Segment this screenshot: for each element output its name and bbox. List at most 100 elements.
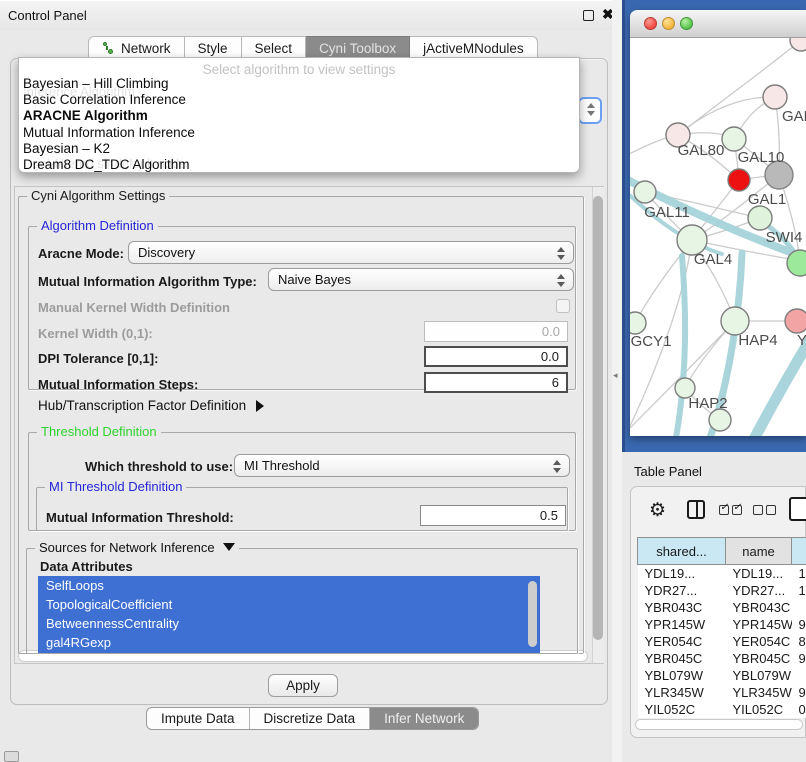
tab-jactivemnodules[interactable]: jActiveMNodules	[410, 36, 538, 59]
cell[interactable]: YBR045C	[726, 650, 792, 667]
algorithm-combobox-fragment[interactable]	[578, 97, 602, 124]
cell[interactable]: YBR043C	[638, 599, 726, 616]
mi-type-select[interactable]: Naive Bayes	[268, 268, 574, 291]
tab-cyni-toolbox[interactable]: Cyni Toolbox	[306, 36, 410, 59]
new-table-icon[interactable]	[789, 497, 806, 521]
node-gal11[interactable]	[634, 181, 656, 203]
menu-item[interactable]: Basic Correlation Inference	[23, 92, 186, 107]
node-swi4[interactable]	[748, 206, 772, 230]
cell[interactable]: YDL19...	[726, 565, 792, 582]
list-scrollbar-thumb[interactable]	[528, 581, 537, 647]
list-item[interactable]: SelfLoops	[46, 578, 104, 593]
tab-impute-data[interactable]: Impute Data	[147, 708, 249, 729]
cell[interactable]: YLR345W	[726, 684, 792, 701]
cell[interactable]: 9.	[792, 616, 806, 633]
menu-item[interactable]: Dream8 DC_TDC Algorithm	[23, 157, 190, 172]
column-header[interactable]: shared...	[638, 538, 726, 565]
deselect-all-checkboxes-icon[interactable]	[753, 505, 776, 515]
table-row[interactable]: YPR145WYPR145W9.	[638, 616, 806, 633]
cell[interactable]: 9.	[792, 684, 806, 701]
cell[interactable]: 13	[792, 565, 806, 582]
mi-threshold-field[interactable]: 0.5	[420, 505, 566, 526]
table-horizontal-scrollbar[interactable]	[635, 719, 803, 730]
columns-icon[interactable]	[687, 500, 705, 519]
dpi-tolerance-field[interactable]: 0.0	[424, 346, 568, 367]
cell[interactable]: 12	[792, 582, 806, 599]
minimize-traffic-light-icon[interactable]	[662, 17, 675, 30]
table-row[interactable]: YIL052CYIL052C0.	[638, 701, 806, 718]
which-threshold-select[interactable]: MI Threshold	[234, 454, 570, 477]
cell[interactable]: YER054C	[726, 633, 792, 650]
cell[interactable]: YBL079W	[726, 667, 792, 684]
hub-definition-toggle[interactable]: Hub/Transcription Factor Definition	[38, 398, 264, 413]
sources-title[interactable]: Sources for Network Inference	[35, 540, 239, 555]
node[interactable]	[787, 250, 806, 276]
list-item[interactable]: gal4RGexp	[46, 635, 111, 650]
kernel-width-field[interactable]: 0.0	[424, 321, 568, 342]
menu-item[interactable]: Mutual Information Inference	[23, 125, 195, 140]
cell[interactable]: YPR145W	[638, 616, 726, 633]
tab-infer-network[interactable]: Infer Network	[369, 708, 478, 729]
cell[interactable]: YBL079W	[638, 667, 726, 684]
cell[interactable]: YIL052C	[638, 701, 726, 718]
apply-button[interactable]: Apply	[268, 674, 338, 697]
node-gcy1[interactable]	[630, 312, 646, 334]
tab-network[interactable]: Network	[88, 36, 185, 59]
node-pink[interactable]	[785, 309, 806, 333]
cell[interactable]: YDR27...	[638, 582, 726, 599]
table-row[interactable]: YBR045CYBR045C9.	[638, 650, 806, 667]
network-canvas[interactable]: GAL GAL80 GAL10 GAL1 GAL11 SWI4 GAL4 GCY…	[630, 38, 806, 436]
tab-select[interactable]: Select	[242, 36, 307, 59]
data-attributes-list[interactable]: SelfLoops TopologicalCoefficient Between…	[38, 576, 540, 653]
table-row[interactable]: YER054CYER054C8.	[638, 633, 806, 650]
node-red[interactable]	[728, 169, 750, 191]
node-hap4[interactable]	[721, 307, 749, 335]
menu-item[interactable]: Bayesian – K2	[23, 141, 110, 156]
node-gal10[interactable]	[722, 127, 746, 151]
mi-steps-field[interactable]: 6	[424, 372, 568, 393]
cell[interactable]: 0.	[792, 701, 806, 718]
cell[interactable]: 9.	[792, 650, 806, 667]
list-item[interactable]: TopologicalCoefficient	[46, 597, 172, 612]
cell[interactable]	[792, 667, 806, 684]
cell[interactable]: YPR145W	[726, 616, 792, 633]
cell[interactable]: YBR043C	[726, 599, 792, 616]
menu-item[interactable]: Bayesian – Hill Climbing	[23, 76, 169, 91]
cell[interactable]	[792, 599, 806, 616]
cell[interactable]: YBR045C	[638, 650, 726, 667]
table-row[interactable]: YDL19...YDL19...13	[638, 565, 806, 582]
tab-style[interactable]: Style	[185, 36, 242, 59]
node[interactable]	[763, 85, 787, 109]
cell[interactable]: YDR27...	[726, 582, 792, 599]
manual-kernel-checkbox[interactable]	[556, 299, 570, 313]
table-row[interactable]: YBR043CYBR043C	[638, 599, 806, 616]
column-header[interactable]: name	[726, 538, 792, 565]
close-traffic-light-icon[interactable]	[644, 17, 657, 30]
aracne-mode-select[interactable]: Discovery	[128, 241, 574, 264]
vertical-scrollbar-thumb[interactable]	[593, 196, 603, 640]
cell[interactable]: YDL19...	[638, 565, 726, 582]
tab-discretize-data[interactable]: Discretize Data	[249, 708, 370, 729]
menu-item-selected[interactable]: ARACNE Algorithm	[23, 108, 148, 123]
panel-splitter[interactable]	[612, 0, 622, 762]
gear-icon[interactable]: ⚙	[649, 499, 666, 522]
restore-panel-icon[interactable]	[4, 751, 19, 762]
node[interactable]	[790, 38, 806, 51]
network-view-window[interactable]: GAL GAL80 GAL10 GAL1 GAL11 SWI4 GAL4 GCY…	[630, 10, 806, 436]
table-row[interactable]: YLR345WYLR345W9.	[638, 684, 806, 701]
select-all-checkboxes-icon[interactable]	[719, 505, 742, 515]
cell[interactable]: YIL052C	[726, 701, 792, 718]
column-header[interactable]: A	[792, 538, 806, 565]
cell[interactable]: YLR345W	[638, 684, 726, 701]
zoom-traffic-light-icon[interactable]	[680, 17, 693, 30]
table-row[interactable]: YDR27...YDR27...12	[638, 582, 806, 599]
float-window-icon[interactable]	[583, 10, 594, 21]
cell[interactable]: 8.	[792, 633, 806, 650]
list-item[interactable]: BetweennessCentrality	[46, 616, 179, 631]
network-window-titlebar[interactable]	[630, 10, 806, 38]
cell[interactable]: YER054C	[638, 633, 726, 650]
node[interactable]	[709, 409, 731, 431]
which-threshold-label: Which threshold to use:	[85, 459, 233, 474]
splitter-collapse-icon[interactable]: ◂	[613, 370, 618, 381]
table-row[interactable]: YBL079WYBL079W	[638, 667, 806, 684]
